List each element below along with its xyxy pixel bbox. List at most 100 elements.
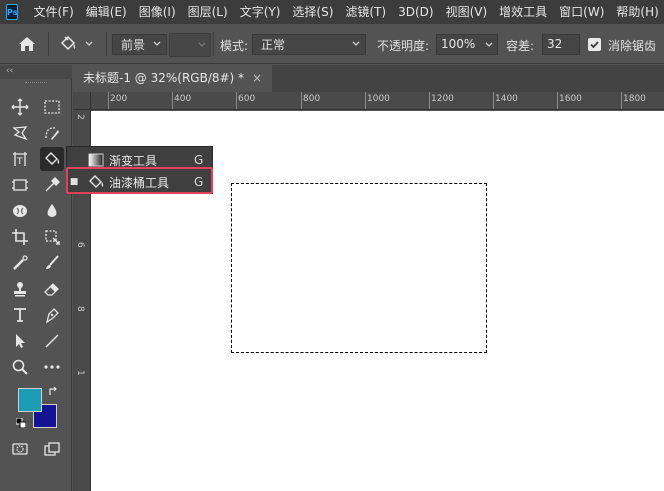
panel-grip[interactable]	[25, 82, 47, 84]
healing-brush-icon	[13, 255, 28, 270]
type-tool[interactable]	[8, 303, 32, 327]
tolerance-field[interactable]: 32	[542, 34, 580, 55]
default-colors-icon[interactable]	[16, 418, 26, 428]
antialias-checkbox[interactable]	[588, 38, 601, 51]
menu-help[interactable]: 帮助(H)	[610, 0, 664, 24]
fill-source-value: 前景	[121, 38, 146, 52]
swap-colors-icon[interactable]	[48, 387, 58, 397]
gradient-icon	[87, 152, 105, 168]
pen-tool[interactable]	[40, 303, 64, 327]
opacity-field[interactable]: 100%	[436, 34, 498, 55]
menu-3d[interactable]: 3D(D)	[392, 0, 439, 24]
pen-icon	[45, 308, 59, 324]
tools-panel: ‹‹ T	[0, 65, 72, 491]
quick-mask-icon	[12, 443, 28, 455]
ruler-tick-label: 1600	[559, 94, 582, 104]
eyedropper-tool[interactable]	[40, 173, 64, 197]
ruler-tick-label: 1000	[367, 94, 390, 104]
object-selection-tool[interactable]	[40, 121, 64, 145]
arrow-pointer-icon	[16, 334, 25, 348]
mode-label: 模式:	[220, 39, 249, 53]
rectangular-marquee-tool[interactable]	[40, 95, 64, 119]
line-tool[interactable]	[40, 329, 64, 353]
more-tools-button[interactable]	[40, 355, 64, 379]
brush-tool[interactable]	[40, 251, 64, 275]
photoshop-logo-icon: Ps	[6, 4, 19, 20]
lasso-icon	[12, 126, 28, 141]
flyout-item-shortcut: G	[194, 175, 204, 189]
paint-bucket-icon	[60, 35, 76, 51]
separator	[106, 32, 107, 56]
paint-bucket-tool[interactable]	[40, 147, 64, 171]
document-tab[interactable]: 未标题-1 @ 32%(RGB/8#) * ×	[73, 65, 273, 92]
quick-mask-button[interactable]	[8, 437, 32, 461]
menu-image[interactable]: 图像(I)	[133, 0, 182, 24]
frame-tool[interactable]	[8, 173, 32, 197]
foreground-color-swatch[interactable]	[18, 388, 42, 412]
pattern-picker[interactable]	[169, 33, 211, 57]
move-tool[interactable]	[8, 95, 32, 119]
ruler-tick-label: 200	[110, 94, 128, 104]
checkmark-icon	[590, 41, 599, 49]
menu-window[interactable]: 窗口(W)	[553, 0, 610, 24]
flyout-item-gradient-tool[interactable]: 渐变工具 G	[67, 149, 212, 171]
selected-bullet-icon: ■	[69, 177, 79, 187]
more-icon	[44, 365, 60, 369]
blur-tool[interactable]	[40, 199, 64, 223]
marquee-selection[interactable]	[231, 183, 487, 353]
chevron-down-icon	[153, 41, 161, 46]
clone-stamp-tool[interactable]	[8, 277, 32, 301]
screen-mode-icon	[44, 442, 60, 456]
paint-bucket-icon	[45, 152, 60, 165]
zoom-tool[interactable]	[8, 355, 32, 379]
tool-preset-picker[interactable]	[58, 32, 100, 56]
flyout-item-shortcut: G	[194, 153, 204, 167]
menu-plugins[interactable]: 增效工具	[493, 0, 553, 24]
menu-select[interactable]: 选择(S)	[286, 0, 339, 24]
menu-type[interactable]: 文字(Y)	[234, 0, 287, 24]
opacity-value: 100%	[441, 37, 476, 51]
menu-edit[interactable]: 编辑(E)	[80, 0, 133, 24]
stamp-icon	[14, 282, 26, 297]
menu-file[interactable]: 文件(F)	[27, 0, 79, 24]
ruler-tick-label: 600	[238, 94, 256, 104]
menu-filter[interactable]: 滤镜(T)	[339, 0, 392, 24]
fill-source-dropdown[interactable]: 前景	[112, 34, 167, 55]
chevron-down-icon	[198, 42, 206, 47]
path-selection-tool[interactable]	[8, 329, 32, 353]
marquee-icon	[44, 100, 60, 114]
home-button[interactable]	[16, 34, 38, 54]
chevron-down-icon	[485, 42, 493, 47]
close-tab-icon[interactable]: ×	[252, 65, 262, 92]
eyedropper-icon	[45, 177, 60, 192]
collapse-panel-button[interactable]: ‹‹	[0, 65, 72, 79]
ruler-tick-label: 6	[75, 242, 85, 248]
crop-frame-tool[interactable]: T	[8, 147, 32, 171]
blend-mode-dropdown[interactable]: 正常	[252, 34, 366, 55]
menu-view[interactable]: 视图(V)	[440, 0, 494, 24]
ruler-tick-label: 1	[75, 370, 85, 376]
perspective-crop-icon	[45, 230, 61, 245]
paint-bucket-icon	[87, 174, 105, 190]
lasso-tool[interactable]	[8, 121, 32, 145]
screen-mode-button[interactable]	[40, 437, 64, 461]
flyout-item-label: 油漆桶工具	[109, 175, 170, 190]
move-icon	[11, 98, 29, 116]
flyout-item-paint-bucket-tool[interactable]: ■ 油漆桶工具 G	[67, 171, 212, 193]
ruler-origin[interactable]	[73, 92, 91, 110]
flyout-item-label: 渐变工具	[109, 153, 158, 168]
ruler-tick-label: 2	[75, 114, 85, 120]
eraser-icon	[44, 283, 59, 296]
horizontal-ruler[interactable]: 200 400 600 800 1000 1200 1400 1600 1800	[91, 92, 664, 110]
tolerance-value: 32	[547, 37, 563, 51]
frame-select-icon	[12, 179, 28, 191]
separator	[213, 32, 214, 56]
type-icon	[14, 308, 26, 322]
object-selection-icon	[45, 127, 59, 140]
eraser-tool[interactable]	[40, 277, 64, 301]
menu-layer[interactable]: 图层(L)	[182, 0, 234, 24]
spot-healing-tool[interactable]	[8, 251, 32, 275]
crop-tool[interactable]	[8, 225, 32, 249]
brain-tool[interactable]	[8, 199, 32, 223]
perspective-crop-tool[interactable]	[40, 225, 64, 249]
